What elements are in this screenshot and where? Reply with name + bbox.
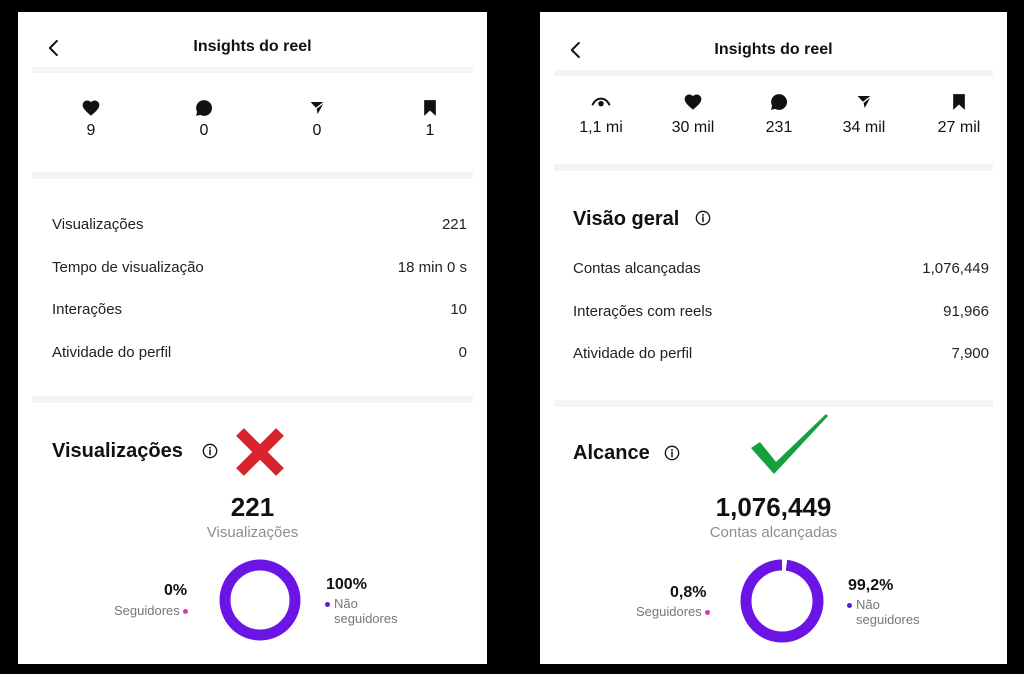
followers-legend-label: Seguidores	[114, 603, 180, 618]
overview-title: Visão geral	[573, 208, 680, 230]
likes-count: 9	[86, 122, 96, 139]
right-insights-panel: Insights do reel 1,1 mi 30 mil 231 34 mi…	[540, 12, 1007, 664]
bookmark-icon	[949, 92, 969, 112]
comment-icon	[769, 92, 789, 112]
followers-percent: 0%	[164, 582, 188, 599]
shares-count: 34 mil	[842, 119, 886, 136]
heart-icon	[683, 92, 703, 112]
reach-big-label: Contas alcançadas	[709, 524, 838, 541]
non-followers-percent: 100%	[326, 576, 367, 593]
divider	[32, 396, 473, 403]
page-title: Insights do reel	[714, 41, 833, 58]
divider	[32, 67, 473, 73]
heart-icon	[81, 98, 101, 118]
followers-percent: 0,8%	[670, 584, 707, 601]
views-big-label: Visualizações	[206, 524, 299, 541]
non-followers-legend-label-2: seguidores	[334, 611, 398, 626]
non-followers-legend: Não seguidores	[325, 596, 398, 626]
send-icon	[307, 98, 327, 118]
divider	[32, 172, 473, 179]
row-watch-time-value: 18 min 0 s	[397, 259, 467, 276]
plays-count: 1,1 mi	[579, 119, 623, 136]
non-followers-legend-label-2: seguidores	[856, 612, 920, 627]
eye-icon	[591, 92, 611, 112]
shares-count: 0	[312, 122, 322, 139]
row-profile-activity-label: Atividade do perfil	[573, 345, 693, 362]
comments-count: 231	[765, 119, 793, 136]
row-profile-activity-value: 0	[458, 344, 467, 361]
followers-legend: Seguidores	[114, 603, 189, 618]
info-icon[interactable]	[202, 443, 218, 459]
non-followers-dot	[847, 603, 852, 609]
divider	[554, 70, 993, 76]
donut-ring	[219, 559, 301, 641]
info-icon[interactable]	[664, 445, 680, 461]
followers-donut-chart	[219, 559, 301, 641]
row-watch-time-label: Tempo de visualização	[52, 259, 204, 276]
followers-dot	[705, 610, 711, 616]
donut-ring	[740, 559, 824, 643]
comments-count: 0	[199, 122, 209, 139]
reach-big-number: 1,076,449	[715, 492, 832, 522]
page-title: Insights do reel	[193, 38, 312, 55]
saves-count: 27 mil	[937, 119, 981, 136]
followers-legend: Seguidores	[636, 604, 711, 619]
bookmark-icon	[420, 98, 440, 118]
section-title: Visualizações	[52, 440, 183, 462]
non-followers-legend: Não seguidores	[847, 597, 920, 627]
row-accounts-reached-value: 1,076,449	[922, 260, 989, 277]
non-followers-legend-label-1: Não	[334, 596, 358, 611]
left-insights-panel: Insights do reel 9 0 0 1 Visualizações 2…	[18, 12, 487, 664]
row-views-value: 221	[441, 216, 467, 233]
divider	[554, 400, 993, 407]
info-icon[interactable]	[695, 210, 711, 226]
non-followers-legend-label-1: Não	[856, 597, 880, 612]
followers-legend-label: Seguidores	[636, 604, 702, 619]
row-views-label: Visualizações	[52, 216, 144, 233]
followers-dot	[183, 609, 189, 615]
row-reel-interactions-value: 91,966	[943, 303, 989, 320]
non-followers-percent: 99,2%	[848, 577, 894, 594]
send-icon	[854, 92, 874, 112]
row-accounts-reached-label: Contas alcançadas	[573, 260, 701, 277]
check-icon	[751, 414, 828, 474]
non-followers-dot	[325, 602, 330, 608]
row-interactions-value: 10	[450, 301, 467, 318]
saves-count: 1	[425, 122, 435, 139]
row-profile-activity-value: 7,900	[951, 345, 989, 362]
row-profile-activity-label: Atividade do perfil	[52, 344, 172, 361]
divider	[554, 164, 993, 171]
views-big-number: 221	[230, 492, 275, 522]
row-reel-interactions-label: Interações com reels	[573, 303, 713, 320]
likes-count: 30 mil	[671, 119, 715, 136]
comment-icon	[194, 98, 214, 118]
cross-icon	[236, 428, 284, 476]
section-title: Alcance	[573, 442, 650, 464]
row-interactions-label: Interações	[52, 301, 123, 318]
followers-donut-chart	[740, 559, 824, 643]
